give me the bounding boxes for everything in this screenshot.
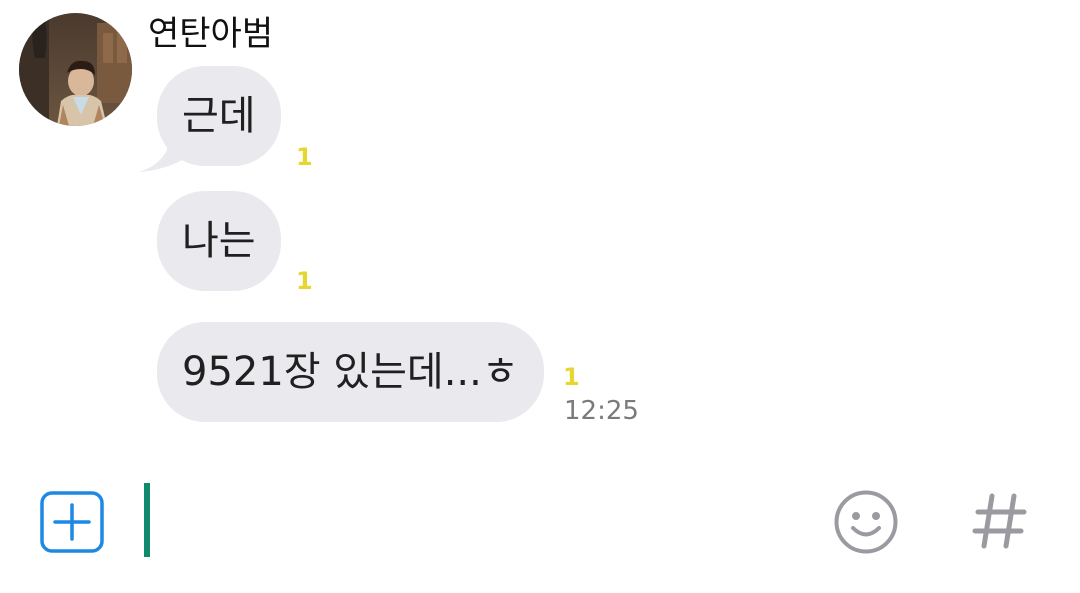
message-input[interactable] (140, 482, 812, 560)
message-text: 나는 (182, 218, 256, 264)
smiley-icon (834, 490, 898, 554)
sender-name: 연탄아범 (148, 14, 274, 54)
unread-count: 1 (296, 143, 313, 171)
text-caret (144, 483, 150, 557)
attach-button[interactable] (40, 491, 104, 553)
unread-count: 1 (296, 267, 313, 295)
chat-screen: 연탄아범 근데 1 나는 1 9521장 있는데...ㅎ 1 12:25 (0, 0, 1080, 593)
message-bubble[interactable]: 9521장 있는데...ㅎ (157, 322, 544, 422)
message-composer (0, 468, 1080, 578)
hashtag-button[interactable] (970, 488, 1030, 554)
message-text: 9521장 있는데...ㅎ (182, 349, 519, 395)
hash-icon (972, 493, 1027, 549)
message-timestamp: 12:25 (564, 396, 639, 426)
plus-square-icon (40, 491, 104, 553)
emoji-button[interactable] (833, 489, 899, 555)
message-bubble[interactable]: 나는 (157, 191, 281, 291)
profile-photo (19, 13, 132, 126)
message-text: 근데 (182, 93, 256, 139)
message-bubble[interactable]: 근데 (157, 66, 281, 166)
unread-count: 1 (563, 363, 580, 391)
avatar[interactable] (19, 13, 132, 126)
